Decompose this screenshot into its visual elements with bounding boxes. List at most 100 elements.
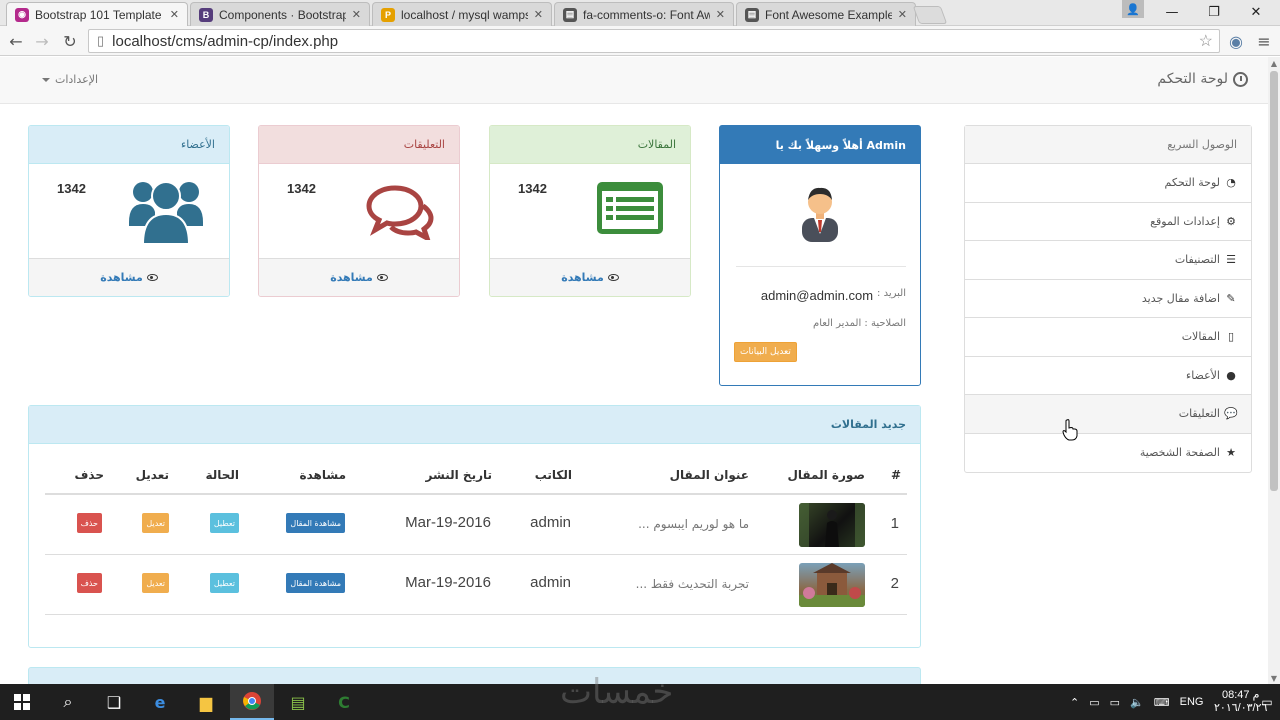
sidebar-item-members[interactable]: الأعضاء ● [965,357,1251,395]
new-tab-button[interactable] [912,6,948,24]
sidebar-item-label: التعليقات [1178,407,1220,421]
tab-2[interactable]: B Components · Bootstrap ✕ [190,2,370,26]
task-view-icon[interactable]: ❑ [92,684,136,720]
comments-icon [366,185,434,240]
sidebar-item-comments[interactable]: التعليقات 💬 [965,395,1251,434]
keyboard-icon[interactable]: ⌨ [1154,696,1170,709]
edit-article-button[interactable]: تعديل [142,513,169,533]
file-icon: ▯ [1227,330,1235,344]
edit-profile-button[interactable]: تعديل البيانات [734,342,797,362]
view-comments-link[interactable]: مشاهدة [259,258,459,296]
sidebar-item-categories[interactable]: التصنيفات ☰ [965,241,1251,280]
system-tray: ⌃ ▭ ▭ 🔈 ⌨ ENG [1070,684,1203,720]
comments-stat-panel: التعليقات 1342 مشاهدة [258,125,460,297]
disable-article-button[interactable]: تعطيل [209,573,239,593]
url-text: localhost/cms/admin-cp/index.php [112,32,339,50]
windows-logo-icon [14,694,30,710]
close-window-button[interactable]: ✕ [1236,0,1276,24]
scroll-up-icon[interactable]: ▲ [1268,57,1280,69]
view-members-link[interactable]: مشاهدة [29,258,229,296]
view-article-button[interactable]: مشاهدة المقال [286,513,345,533]
sidebar-item-profile[interactable]: الصفحة الشخصية ★ [965,434,1251,473]
sidebar-item-site-settings[interactable]: إعدادات الموقع ⚙ [965,203,1251,241]
tab-5[interactable]: ▤ Font Awesome Examples ✕ [736,2,916,26]
view-articles-link[interactable]: مشاهدة [490,258,690,296]
tab-4[interactable]: ▤ fa-comments-o: Font Awe ✕ [554,2,734,26]
star-icon[interactable]: ☆ [1199,31,1213,51]
search-icon[interactable]: ⌕ [46,684,90,720]
volume-icon[interactable]: 🔈 [1130,696,1144,709]
articles-count: 1342 [518,181,547,196]
eye-icon [607,274,619,281]
article-title[interactable]: تجربة التحديث فقط ... [636,577,749,591]
view-article-button[interactable]: مشاهدة المقال [286,573,345,593]
start-button[interactable] [0,684,44,720]
user-icon[interactable]: 👤 [1122,0,1144,18]
members-stat-panel: الأعضاء 1342 مشاهدة [28,125,230,297]
admin-email: البريد : admin@admin.com [761,288,906,303]
language-indicator[interactable]: ENG [1180,696,1204,708]
forward-arrow-icon[interactable]: → [32,31,52,51]
extension-icon[interactable]: ◉ [1226,31,1246,51]
hand-cursor-icon [1062,419,1078,441]
sidebar-item-dashboard[interactable]: لوحة التحكم ◔ [965,164,1251,203]
settings-dropdown[interactable]: الإعدادات [42,73,98,86]
article-thumbnail[interactable] [799,503,865,547]
disable-article-button[interactable]: تعطيل [209,513,239,533]
document-icon: ▤ [745,7,759,22]
delete-article-button[interactable]: حذف [76,513,102,533]
gear-icon: ⚙ [1226,214,1236,228]
members-count: 1342 [57,181,86,196]
file-explorer-icon[interactable]: ▆ [184,684,228,720]
menu-icon[interactable]: ≡ [1254,31,1274,51]
tab-1[interactable]: ◉ Bootstrap 101 Template ✕ [6,2,188,26]
close-icon[interactable]: ✕ [898,8,907,21]
sidebar-item-add-article[interactable]: اضافة مقال جديد ✎ [965,280,1251,318]
brand-label: لوحة التحكم [1157,71,1228,87]
table-row: 2 تجربة التحديث فقط ... admin Mar-19-201… [45,555,907,615]
notifications-icon[interactable]: ▭ [1254,684,1280,720]
quick-access-title: الوصول السريع [965,126,1251,164]
close-icon[interactable]: ✕ [716,8,725,21]
sidebar-item-label: الصفحة الشخصية [1139,446,1220,460]
view-link-label: مشاهدة [330,271,373,284]
close-icon[interactable]: ✕ [534,8,543,21]
camtasia-icon[interactable]: C [322,684,366,720]
email-value: admin@admin.com [760,288,874,303]
close-icon[interactable]: ✕ [170,8,179,21]
next-panel-header [28,667,921,684]
tab-title: Components · Bootstrap [219,7,346,22]
page-scrollbar[interactable]: ▲ ▼ [1268,57,1280,684]
chevron-up-icon[interactable]: ⌃ [1070,696,1079,709]
maximize-button[interactable]: ❐ [1194,0,1234,24]
tab-title: fa-comments-o: Font Awe [583,7,710,22]
scroll-down-icon[interactable]: ▼ [1268,672,1280,684]
back-arrow-icon[interactable]: ← [6,31,26,51]
pencil-icon: ✎ [1226,291,1236,305]
article-title[interactable]: ما هو لوريم ايبسوم ... [638,517,749,531]
browser-toolbar: ← → ↻ ▯ localhost/cms/admin-cp/index.php… [0,26,1280,56]
minimize-button[interactable]: — [1152,0,1192,24]
star-icon: ★ [1226,446,1236,460]
article-thumbnail[interactable] [799,563,865,607]
close-icon[interactable]: ✕ [352,8,361,21]
sidebar-item-label: الأعضاء [1186,368,1220,382]
scrollbar-thumb[interactable] [1270,71,1278,491]
notepad-icon[interactable]: ▤ [276,684,320,720]
column-header: تعديل [135,468,169,482]
reload-icon[interactable]: ↻ [60,31,80,51]
edge-icon[interactable]: e [138,684,182,720]
articles-stat-panel: المقالات 1342 مشاهدة [489,125,691,297]
latest-articles-panel: جديد المقالات # صورة المقال عنوان المقال… [28,405,921,648]
network-icon[interactable]: ▭ [1110,696,1120,709]
address-bar[interactable]: ▯ localhost/cms/admin-cp/index.php ☆ [88,29,1220,53]
document-icon: ▤ [563,7,577,22]
sidebar-item-articles[interactable]: المقالات ▯ [965,318,1251,357]
chrome-icon[interactable] [230,684,274,720]
battery-icon[interactable]: ▭ [1089,696,1099,709]
edit-article-button[interactable]: تعديل [142,573,169,593]
delete-article-button[interactable]: حذف [76,573,102,593]
navbar-brand[interactable]: لوحة التحكم [1157,71,1248,87]
welcome-panel: أهلاً وسهلاً بك يا Admin البريد : admin@… [719,125,921,386]
tab-3[interactable]: P localhost / mysql wampse ✕ [372,2,552,26]
